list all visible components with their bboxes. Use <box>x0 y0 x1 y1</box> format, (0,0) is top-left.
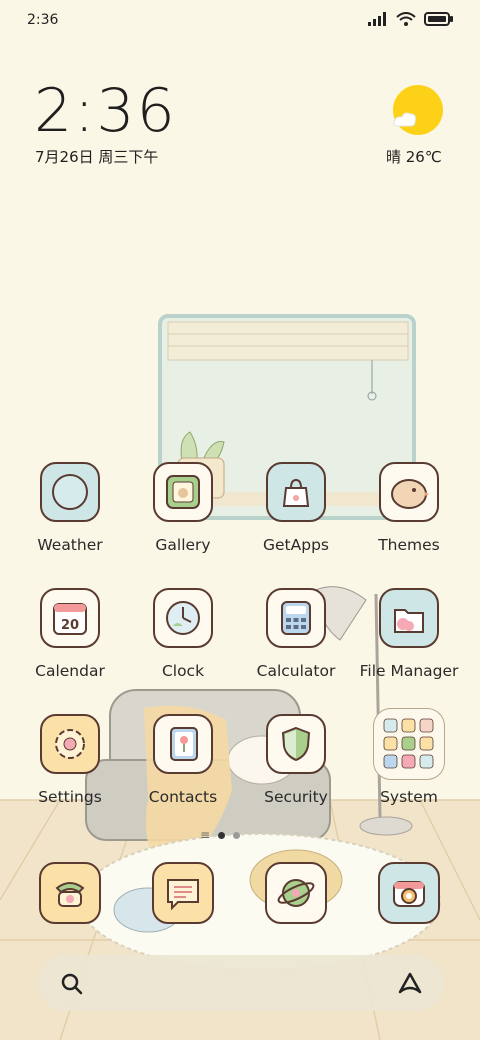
message-icon <box>152 862 214 924</box>
menu-lines-icon: ≡ <box>200 828 211 842</box>
app-contacts[interactable]: Contacts <box>127 714 239 806</box>
planet-icon <box>265 862 327 924</box>
app-file-manager[interactable]: File Manager <box>353 588 465 680</box>
app-label: Contacts <box>148 788 218 806</box>
app-clock[interactable]: Clock <box>127 588 239 680</box>
calculator-icon <box>266 588 326 648</box>
app-label: Security <box>264 788 328 806</box>
app-label: Calculator <box>256 662 336 680</box>
shopping-bag-icon <box>266 462 326 522</box>
shield-icon <box>266 714 326 774</box>
weather-widget-text: 晴 26℃ <box>386 148 442 166</box>
gear-icon <box>40 714 100 774</box>
status-bar-time: 2:36 <box>27 12 59 28</box>
app-label: Settings <box>38 788 102 806</box>
app-system-folder[interactable]: System <box>353 708 465 806</box>
wifi-icon <box>396 12 416 26</box>
app-weather[interactable]: Weather <box>14 462 126 554</box>
clock-icon <box>153 588 213 648</box>
search-bar[interactable] <box>38 955 444 1011</box>
search-icon[interactable] <box>60 972 84 996</box>
app-label: Clock <box>161 662 205 680</box>
gallery-icon <box>153 462 213 522</box>
dock-browser[interactable] <box>240 862 352 924</box>
app-label: File Manager <box>359 662 459 680</box>
app-label: Weather <box>37 536 103 554</box>
contacts-book-icon <box>153 714 213 774</box>
dock-messages[interactable] <box>127 862 239 924</box>
app-themes[interactable]: Themes <box>353 462 465 554</box>
app-settings[interactable]: Settings <box>14 714 126 806</box>
assistant-icon[interactable] <box>396 970 424 996</box>
dock-phone[interactable] <box>14 862 126 924</box>
status-icons <box>368 12 454 26</box>
bird-icon <box>379 462 439 522</box>
dock-camera[interactable] <box>353 862 465 924</box>
clock-widget-time[interactable]: 2:36 <box>34 76 177 146</box>
page-dot <box>233 831 241 839</box>
weather-app-icon <box>40 462 100 522</box>
app-label: System <box>380 788 438 806</box>
sun-icon[interactable] <box>390 84 446 136</box>
clock-widget-date: 7月26日 周三下午 <box>35 148 159 166</box>
app-getapps[interactable]: GetApps <box>240 462 352 554</box>
folder-icon <box>379 588 439 648</box>
phone-icon <box>39 862 101 924</box>
app-calculator[interactable]: Calculator <box>240 588 352 680</box>
app-label: Gallery <box>155 536 211 554</box>
page-dot-active <box>218 831 226 839</box>
app-label: Calendar <box>35 662 105 680</box>
calendar-icon: 20 <box>40 588 100 648</box>
folder-grid-icon <box>373 708 445 780</box>
page-indicator: ≡ <box>200 828 241 842</box>
app-calendar[interactable]: 20 Calendar <box>14 588 126 680</box>
app-security[interactable]: Security <box>240 714 352 806</box>
app-label: GetApps <box>263 536 329 554</box>
app-label: Themes <box>378 536 440 554</box>
calendar-day: 20 <box>61 618 79 633</box>
camera-icon <box>378 862 440 924</box>
signal-icon <box>368 12 386 26</box>
battery-icon <box>424 12 453 26</box>
app-gallery[interactable]: Gallery <box>127 462 239 554</box>
